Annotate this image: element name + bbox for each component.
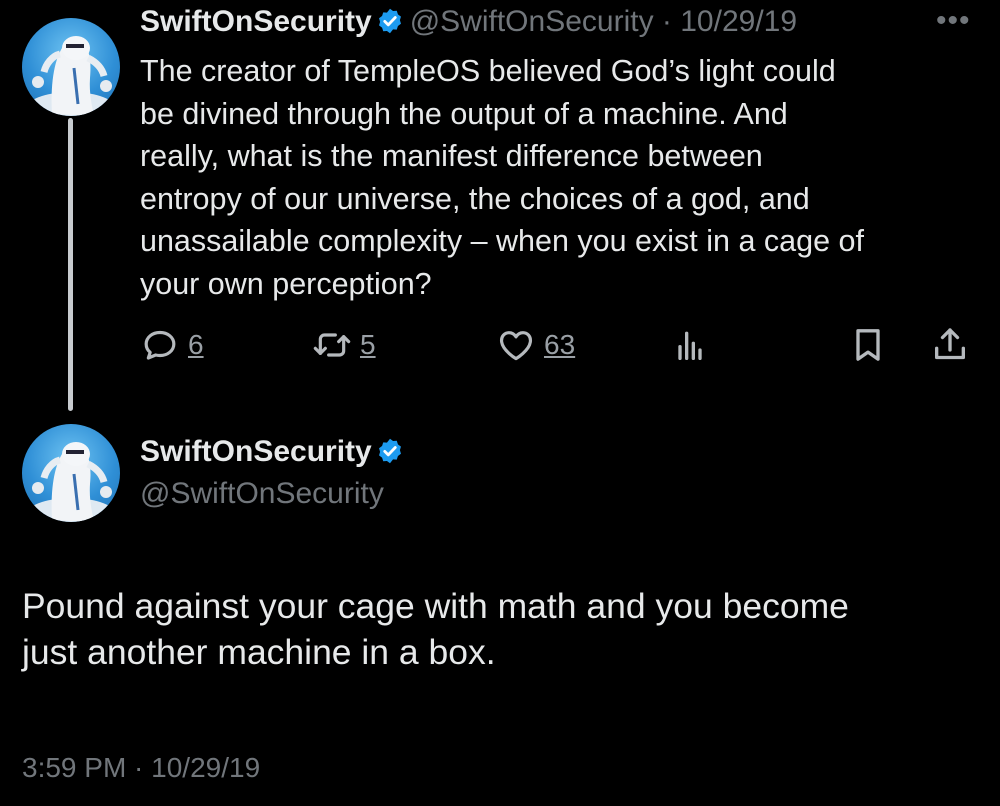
like-button[interactable]: 63 (496, 323, 575, 367)
tweet-text-line: just another machine in a box. (22, 632, 496, 672)
tweet-date[interactable]: 10/29/19 (680, 5, 797, 38)
analytics-bars-icon (678, 331, 702, 360)
tweet-text-line: your own perception? (140, 266, 432, 301)
share-icon (935, 328, 965, 360)
tweet-text-line: The creator of TempleOS believed God’s l… (140, 54, 836, 88)
more-horizontal-icon[interactable]: ••• (936, 4, 971, 38)
share-button[interactable] (930, 323, 970, 367)
user-handle[interactable]: @SwiftOnSecurity (410, 5, 654, 38)
display-name[interactable]: SwiftOnSecurity (140, 5, 372, 38)
bookmark-button[interactable] (848, 323, 888, 367)
tweet-timestamp[interactable]: 3:59 PM · 10/29/19 (22, 750, 260, 786)
bookmark-icon (856, 329, 880, 361)
separator-dot: · (653, 5, 681, 38)
tweet-actions-bar: 6 5 63 (0, 323, 1000, 367)
avatar-image (25, 442, 117, 522)
tweet-text: The creator of TempleOS believed God’s l… (140, 50, 960, 306)
display-name[interactable]: SwiftOnSecurity (140, 435, 372, 468)
tweet-text-line: be divined through the output of a machi… (140, 96, 788, 131)
tweet-text-line: Pound against your cage with math and yo… (22, 586, 849, 626)
user-handle[interactable]: @SwiftOnSecurity (140, 474, 384, 514)
retweet-icon (313, 333, 351, 357)
verified-badge-icon (378, 438, 401, 464)
thread-connector-line (68, 118, 73, 411)
reply-button[interactable]: 6 (140, 323, 204, 367)
reply-icon (144, 330, 176, 360)
reply-count: 6 (188, 329, 204, 360)
avatar-image (25, 36, 117, 116)
tweet-header: SwiftOnSecurity @SwiftOnSecurity · 10/29/… (140, 2, 797, 42)
tweet-text-line: really, what is the manifest difference … (140, 139, 763, 174)
avatar[interactable] (22, 18, 120, 116)
avatar[interactable] (22, 424, 120, 522)
retweet-button[interactable]: 5 (312, 323, 376, 367)
views-button[interactable] (670, 323, 710, 367)
heart-icon (499, 331, 533, 361)
tweet-header: SwiftOnSecurity (140, 432, 410, 477)
retweet-count: 5 (360, 329, 376, 360)
like-count: 63 (544, 329, 576, 360)
verified-badge-icon (378, 8, 401, 34)
tweet-text-line: entropy of our universe, the choices of … (140, 181, 810, 216)
tweet-text: Pound against your cage with math and yo… (22, 583, 962, 675)
tweet-text-line: unassailable complexity – when you exist… (140, 224, 864, 259)
